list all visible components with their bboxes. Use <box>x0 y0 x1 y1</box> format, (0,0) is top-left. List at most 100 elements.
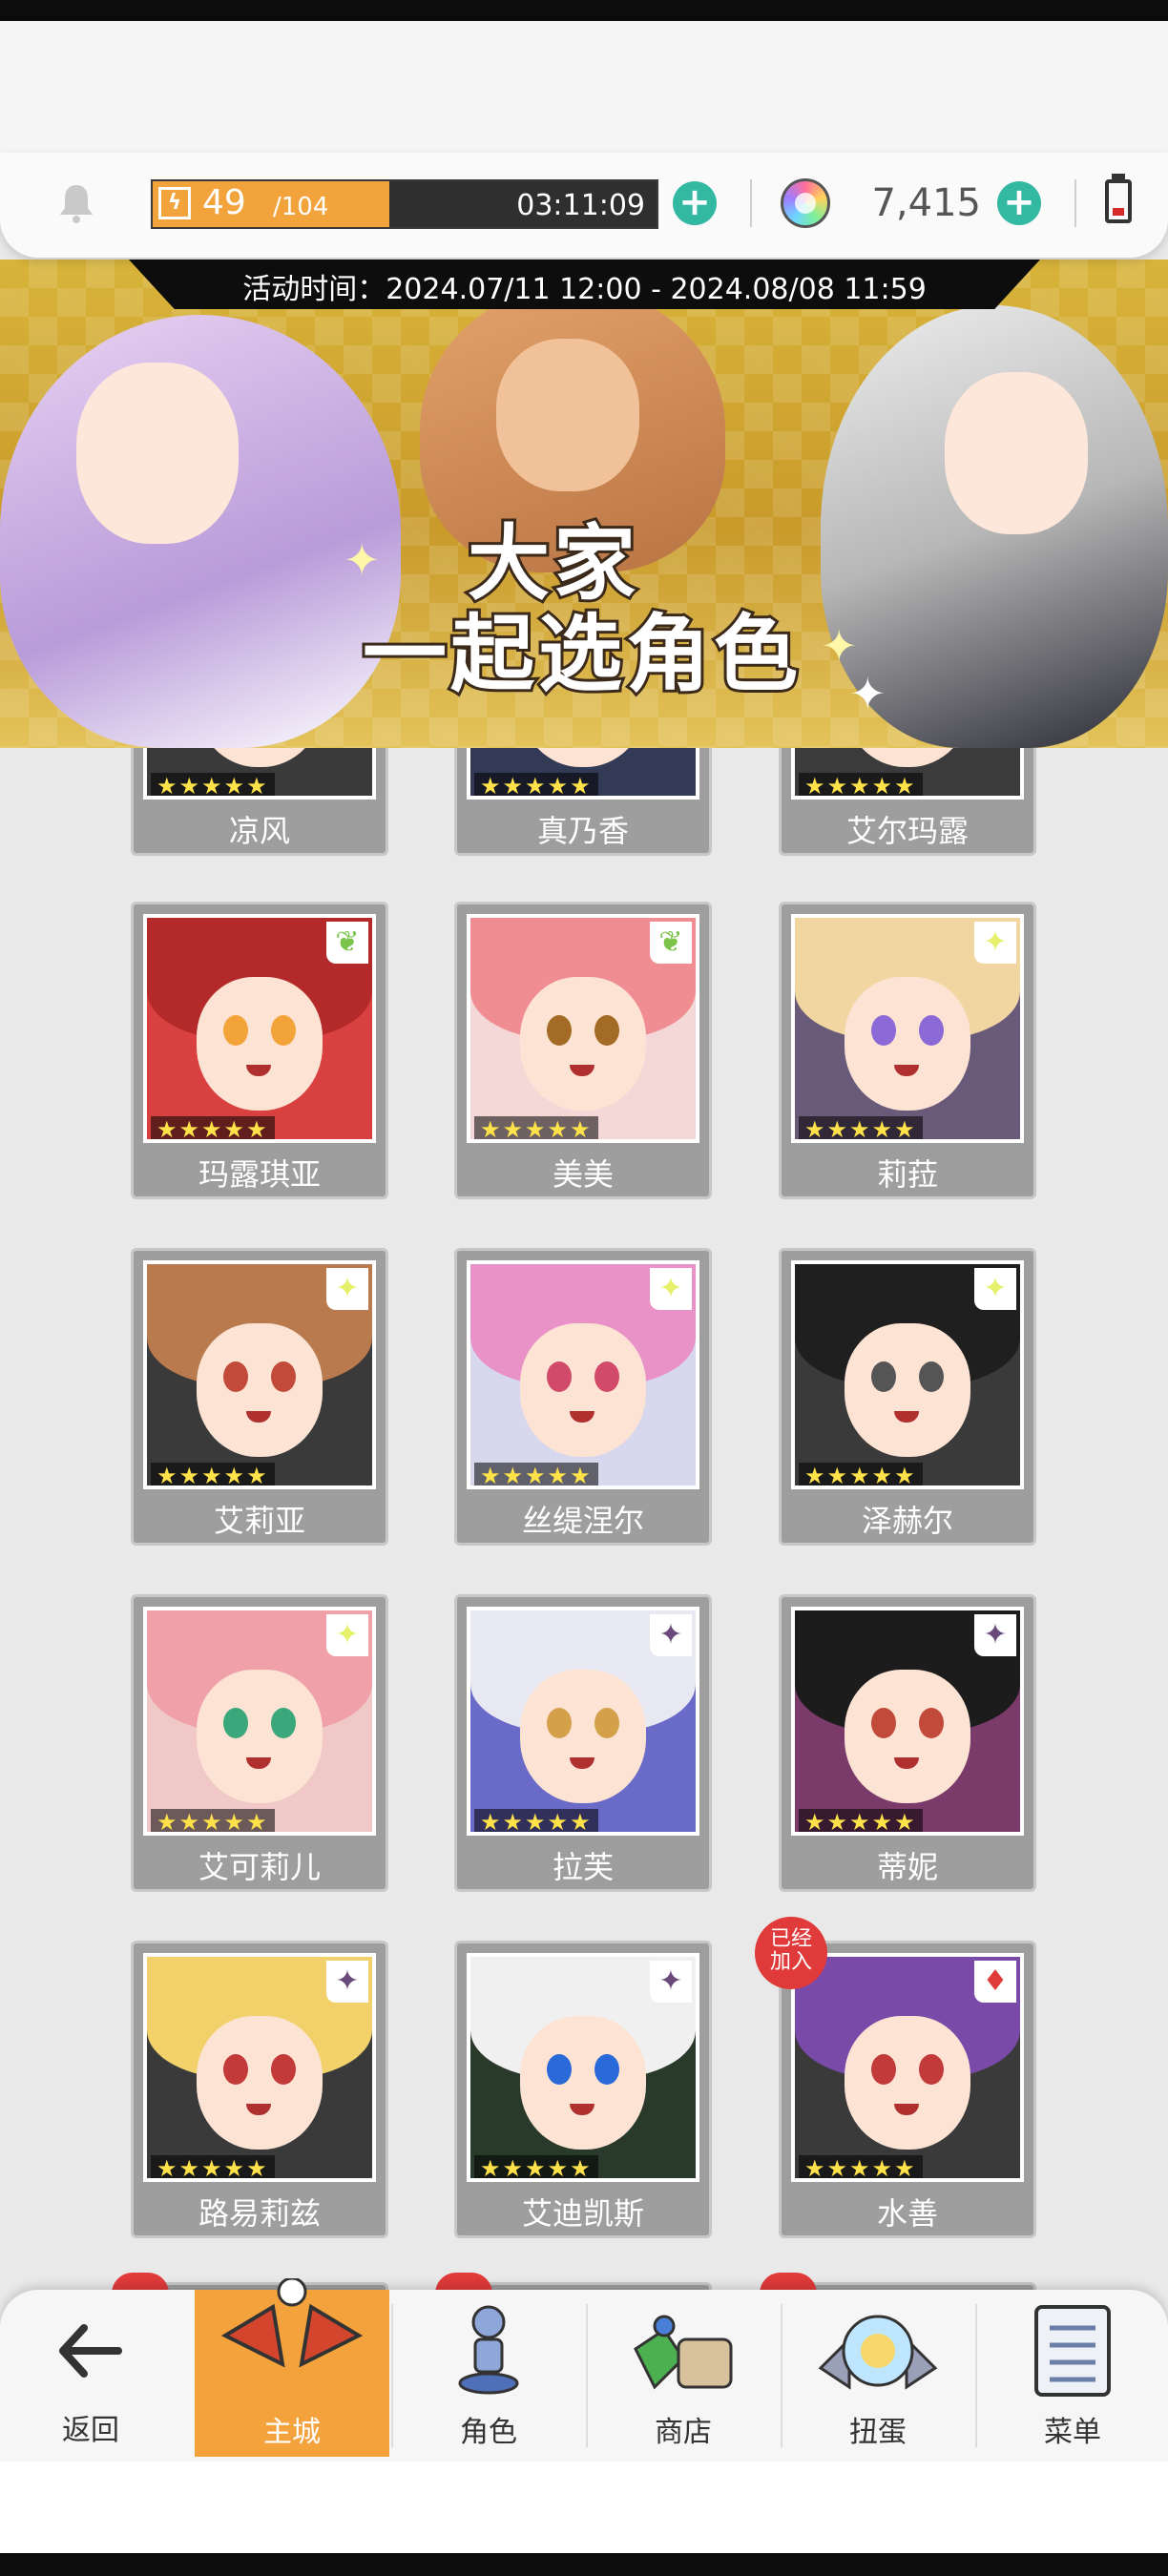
star-rating: ★★★★★ <box>474 1809 598 1832</box>
nav-home[interactable]: 主城 <box>195 2278 389 2457</box>
character-portrait: ✦ ★★★★★ <box>143 1260 376 1489</box>
portrait-mouth <box>246 1065 271 1076</box>
nav-menu[interactable]: 菜单 <box>977 2290 1168 2457</box>
portrait-eye <box>871 2054 896 2085</box>
character-portrait: ✦ ★★★★★ <box>467 1260 699 1489</box>
stamina-current: 49 <box>202 183 246 222</box>
character-portrait: ✦ ★★★★★ <box>791 1607 1024 1836</box>
element-icon: ✦ <box>650 1268 692 1310</box>
star-rating: ★★★★★ <box>474 1463 598 1485</box>
character-card[interactable]: ✦ ★★★★★ 丝缇涅尔 <box>454 1248 712 1546</box>
star-rating: ★★★★★ <box>151 1809 275 1832</box>
portrait-eye <box>271 1015 296 1046</box>
portrait-face <box>845 977 970 1111</box>
portrait-eye <box>547 1015 572 1046</box>
star-rating: ★★★★★ <box>799 1463 923 1485</box>
portrait-eye <box>223 1361 248 1392</box>
stamina-bar: ϟ 49 /104 03:11:09 <box>151 179 658 229</box>
character-card[interactable]: ✦ ★★★★★ 艾迪凯斯 <box>454 1941 712 2238</box>
portrait-face <box>845 2016 970 2150</box>
nav-characters[interactable]: 角色 <box>393 2290 584 2457</box>
add-stamina-button[interactable]: + <box>673 181 717 225</box>
character-portrait: ❦ ★★★★★ <box>143 914 376 1143</box>
star-rating: ★★★★★ <box>474 773 598 796</box>
nav-shop-label: 商店 <box>655 2416 712 2449</box>
banner-title-line2: 一起选角色 <box>360 602 802 706</box>
menu-list-icon <box>1034 2305 1111 2397</box>
character-name: 泽赫尔 <box>861 1503 953 1539</box>
character-name: 蒂妮 <box>876 1849 938 1885</box>
character-card[interactable]: ✦ ★★★★★ 拉芙 <box>454 1594 712 1892</box>
portrait-face <box>845 1323 970 1457</box>
character-portrait: ✦ ★★★★★ <box>143 1607 376 1836</box>
character-name: 艾可莉儿 <box>198 1849 321 1885</box>
shop-bags-icon <box>634 2315 733 2390</box>
element-icon: ✦ <box>974 922 1016 964</box>
character-card[interactable]: ✦ ★★★★★ 艾莉亚 <box>131 1248 388 1546</box>
character-portrait: ✦ ★★★★★ <box>467 1607 699 1836</box>
portrait-mouth <box>570 1411 594 1423</box>
add-gems-button[interactable]: + <box>997 181 1041 225</box>
nav-home-label: 主城 <box>263 2416 321 2449</box>
portrait-eye <box>919 1708 944 1738</box>
character-name: 路易莉兹 <box>198 2195 321 2232</box>
portrait-face <box>197 1323 323 1457</box>
character-portrait: ✦ ★★★★★ <box>143 1953 376 2182</box>
nav-gacha[interactable]: 扭蛋 <box>782 2290 973 2457</box>
nav-back[interactable]: 返回 <box>0 2290 181 2457</box>
star-rating: ★★★★★ <box>151 2155 275 2178</box>
portrait-mouth <box>246 1757 271 1769</box>
element-icon: ✦ <box>974 1268 1016 1310</box>
portrait-eye <box>871 1015 896 1046</box>
character-card[interactable]: ❦ ★★★★★ 美美 <box>454 902 712 1199</box>
character-name: 丝缇涅尔 <box>521 1503 644 1539</box>
portrait-eye <box>594 1361 619 1392</box>
nav-menu-label: 菜单 <box>1044 2416 1101 2449</box>
star-rating: ★★★★★ <box>151 1463 275 1485</box>
gacha-capsule-icon <box>818 2315 938 2390</box>
character-card[interactable]: ❦ ★★★★★ 玛露琪亚 <box>131 902 388 1199</box>
portrait-eye <box>594 1015 619 1046</box>
portrait-face <box>520 1670 646 1803</box>
portrait-face <box>520 2016 646 2150</box>
character-card[interactable]: ✦ ★★★★★ 泽赫尔 <box>779 1248 1036 1546</box>
portrait-eye <box>871 1708 896 1738</box>
character-name: 拉芙 <box>552 1849 614 1885</box>
character-card[interactable]: ✦ ★★★★★ 路易莉兹 <box>131 1941 388 2238</box>
portrait-mouth <box>894 2104 919 2115</box>
portrait-eye <box>223 1708 248 1738</box>
portrait-face <box>197 977 323 1111</box>
portrait-mouth <box>246 1411 271 1423</box>
character-name: 真乃香 <box>536 813 629 849</box>
element-icon: ✦ <box>650 1961 692 2003</box>
character-card[interactable]: ✦ ★★★★★ 莉菈 <box>779 902 1036 1199</box>
portrait-eye <box>871 1361 896 1392</box>
element-icon: ❦ <box>650 922 692 964</box>
character-portrait: ❦ ★★★★★ <box>467 914 699 1143</box>
character-portrait: ♦ ★★★★★ <box>791 1953 1024 2182</box>
banner-character-face <box>496 339 639 491</box>
character-card[interactable]: ✦ ★★★★★ 艾可莉儿 <box>131 1594 388 1892</box>
element-icon: ♦ <box>974 1961 1016 2003</box>
sparkle-icon: ✦ <box>344 534 381 586</box>
character-name: 水善 <box>876 2195 938 2232</box>
nav-shop[interactable]: 商店 <box>588 2290 779 2457</box>
star-rating: ★★★★★ <box>474 1116 598 1139</box>
portrait-face <box>520 977 646 1111</box>
element-icon: ✦ <box>326 1268 368 1310</box>
portrait-mouth <box>894 1757 919 1769</box>
gesture-bar <box>0 2553 1168 2576</box>
element-icon: ✦ <box>326 1961 368 2003</box>
star-rating: ★★★★★ <box>799 2155 923 2178</box>
character-name: 玛露琪亚 <box>198 1156 321 1193</box>
character-card[interactable]: ✦ ★★★★★ 蒂妮 <box>779 1594 1036 1892</box>
joined-badge: 已经 加入 <box>755 1917 827 1989</box>
element-icon: ❦ <box>326 922 368 964</box>
portrait-face <box>197 2016 323 2150</box>
nav-characters-label: 角色 <box>460 2416 517 2449</box>
star-rating: ★★★★★ <box>799 1809 923 1832</box>
bell-icon[interactable] <box>52 179 100 227</box>
element-icon: ✦ <box>326 1614 368 1656</box>
portrait-eye <box>223 1015 248 1046</box>
character-card[interactable]: ♦ ★★★★★ 水善 已经 加入 <box>755 1917 1036 2238</box>
